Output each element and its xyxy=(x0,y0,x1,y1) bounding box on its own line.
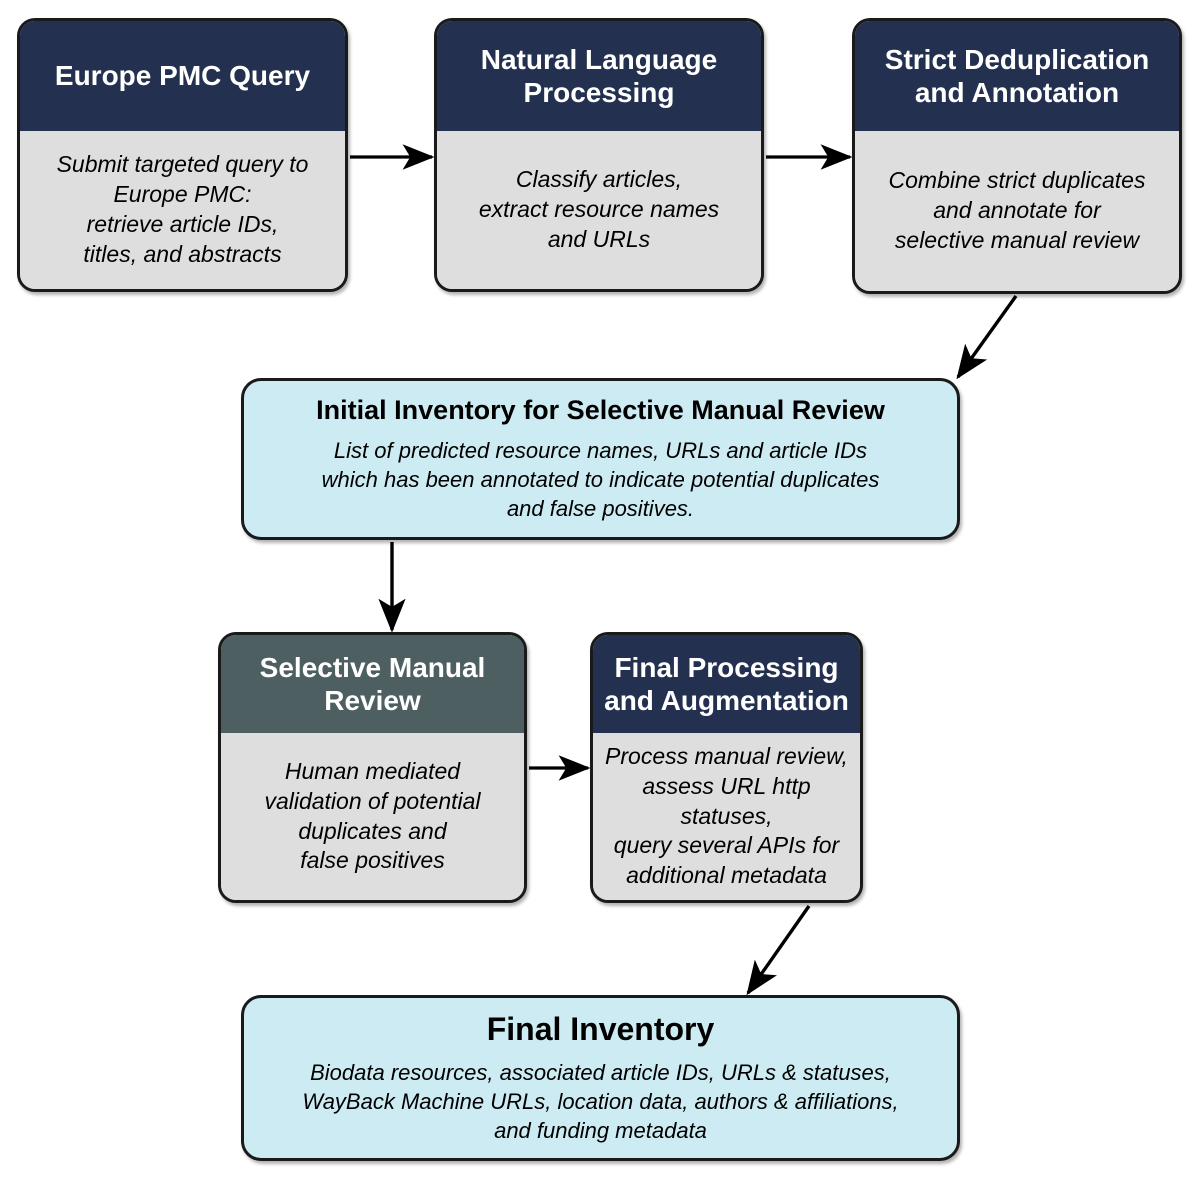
node-header-final-inventory: Final Inventory xyxy=(486,1011,715,1048)
node-header-strict-deduplication-and-annotation: Strict Deduplication and Annotation xyxy=(855,21,1179,131)
node-strict-deduplication-and-annotation[interactable]: Strict Deduplication and Annotation Comb… xyxy=(852,18,1182,294)
node-body-natural-language-processing: Classify articles, extract resource name… xyxy=(437,131,761,289)
node-body-selective-manual-review: Human mediated validation of potential d… xyxy=(221,733,524,900)
node-header-selective-manual-review: Selective Manual Review xyxy=(221,635,524,733)
node-header-natural-language-processing: Natural Language Processing xyxy=(437,21,761,131)
node-body-initial-inventory: List of predicted resource names, URLs a… xyxy=(321,437,880,522)
node-initial-inventory[interactable]: Initial Inventory for Selective Manual R… xyxy=(241,378,960,540)
node-body-strict-deduplication-and-annotation: Combine strict duplicates and annotate f… xyxy=(855,131,1179,291)
arrow-final-processing-to-final-inventory xyxy=(746,905,811,996)
node-body-final-processing-and-augmentation: Process manual review, assess URL http s… xyxy=(593,733,860,900)
node-final-processing-and-augmentation[interactable]: Final Processing and Augmentation Proces… xyxy=(590,632,863,903)
node-selective-manual-review[interactable]: Selective Manual Review Human mediated v… xyxy=(218,632,527,903)
arrow-dedup-to-initial-inventory xyxy=(956,295,1018,380)
node-header-europe-pmc-query: Europe PMC Query xyxy=(20,21,345,131)
node-natural-language-processing[interactable]: Natural Language Processing Classify art… xyxy=(434,18,764,292)
node-body-final-inventory: Biodata resources, associated article ID… xyxy=(302,1059,899,1143)
node-header-initial-inventory: Initial Inventory for Selective Manual R… xyxy=(316,394,885,425)
node-europe-pmc-query[interactable]: Europe PMC Query Submit targeted query t… xyxy=(17,18,348,292)
node-final-inventory[interactable]: Final Inventory Biodata resources, assoc… xyxy=(241,995,960,1161)
node-body-europe-pmc-query: Submit targeted query to Europe PMC: ret… xyxy=(20,131,345,289)
flowchart-canvas: Europe PMC Query Submit targeted query t… xyxy=(0,0,1200,1179)
node-header-final-processing-and-augmentation: Final Processing and Augmentation xyxy=(593,635,860,733)
